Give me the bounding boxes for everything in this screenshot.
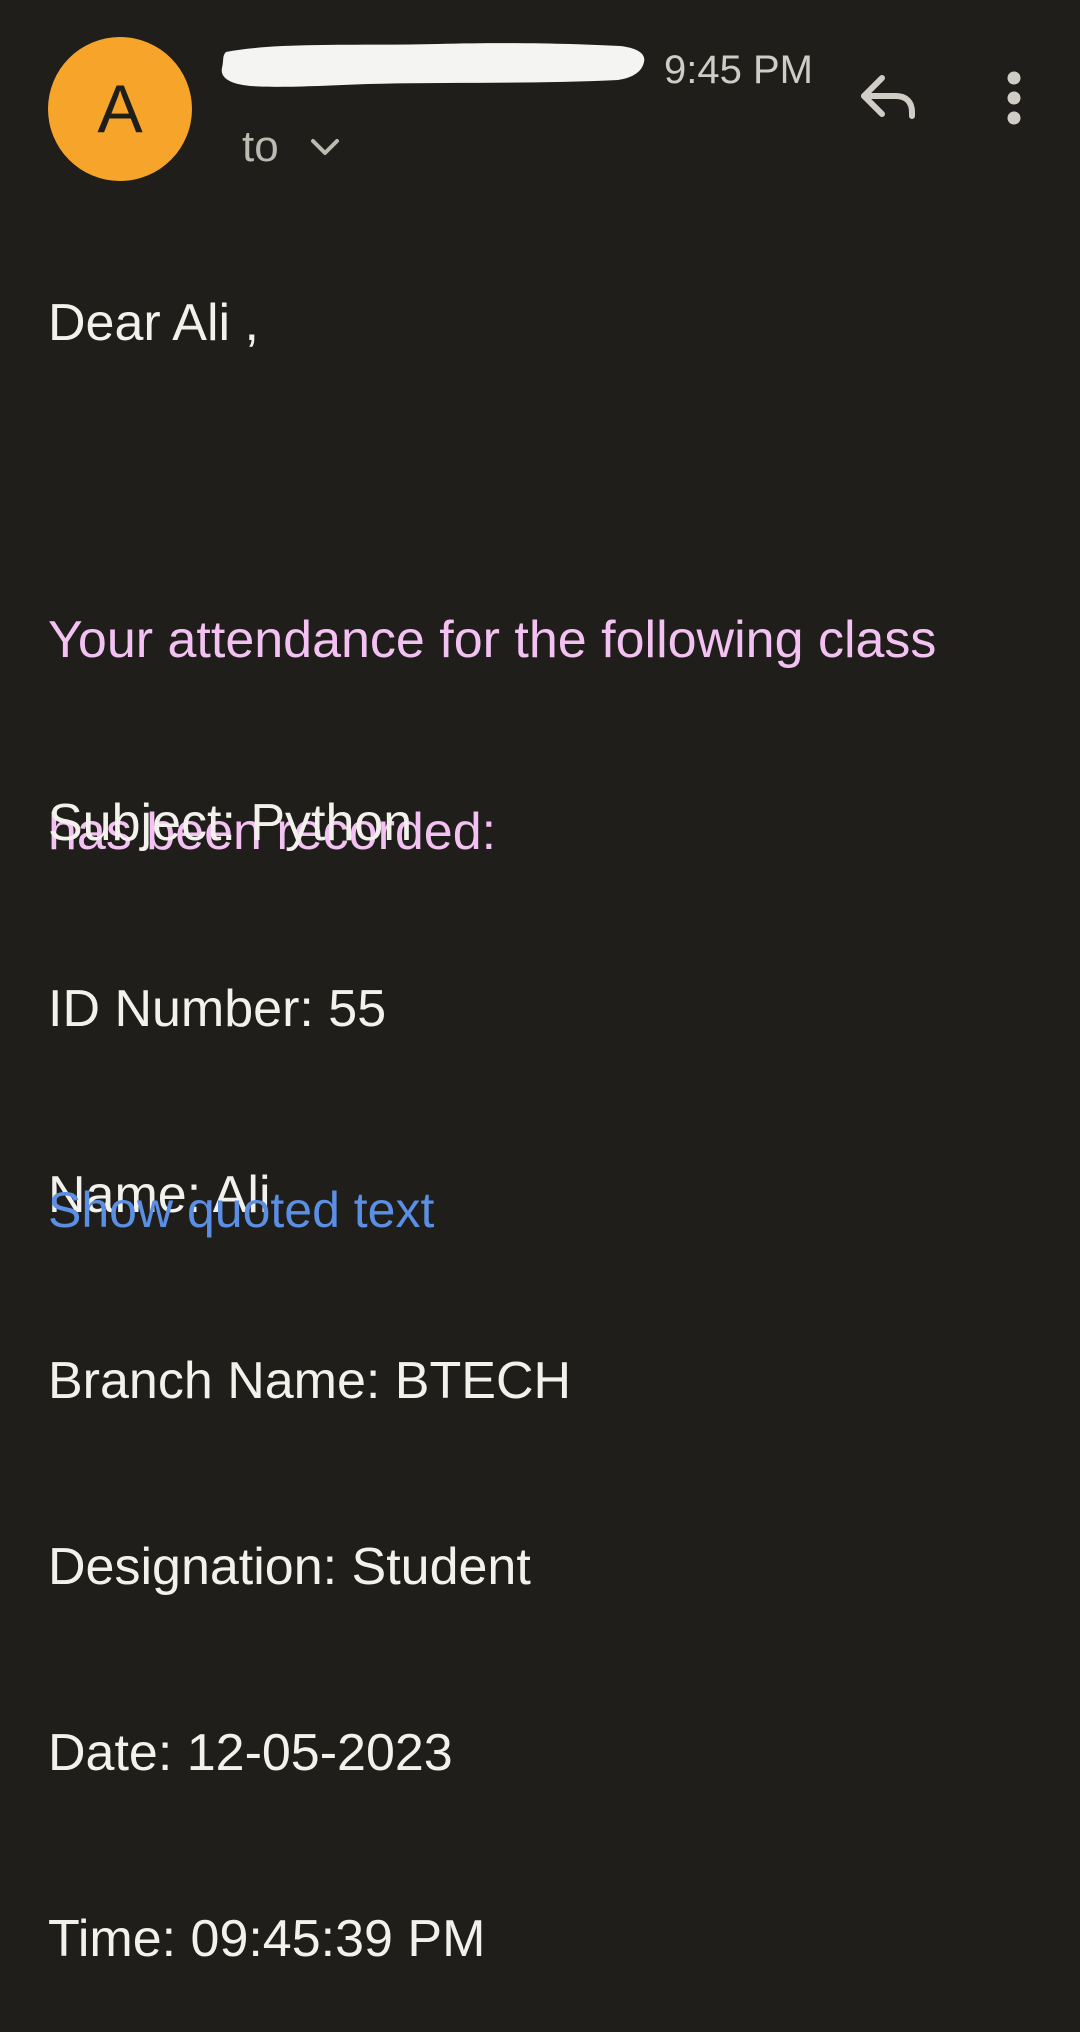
detail-time: Time: 09:45:39 PM <box>48 1910 486 1968</box>
attendance-details: Subject: Python ID Number: 55 Name: Ali … <box>48 668 571 2032</box>
sender-name-redacted <box>221 43 645 87</box>
chevron-down-icon <box>310 139 339 155</box>
reply-icon <box>861 75 915 119</box>
email-header: A 9:45 PM to <box>0 0 1080 200</box>
detail-designation: Designation: Student <box>48 1538 531 1596</box>
reply-button[interactable] <box>852 66 924 130</box>
email-time: 9:45 PM <box>664 48 813 92</box>
recipient-details-toggle[interactable]: to <box>242 122 341 172</box>
greeting-text: Dear Ali , <box>48 294 259 352</box>
detail-id-number: ID Number: 55 <box>48 980 387 1038</box>
detail-date: Date: 12-05-2023 <box>48 1724 453 1782</box>
recipient-label: to <box>242 122 279 171</box>
detail-subject: Subject: Python <box>48 794 413 852</box>
show-quoted-text-link[interactable]: Show quoted text <box>48 1180 434 1240</box>
more-vert-icon <box>1007 71 1021 125</box>
sender-avatar[interactable]: A <box>48 37 192 181</box>
detail-branch: Branch Name: BTECH <box>48 1352 572 1410</box>
more-options-button[interactable] <box>994 66 1034 130</box>
intro-line: Your attendance for the following class <box>48 611 937 669</box>
